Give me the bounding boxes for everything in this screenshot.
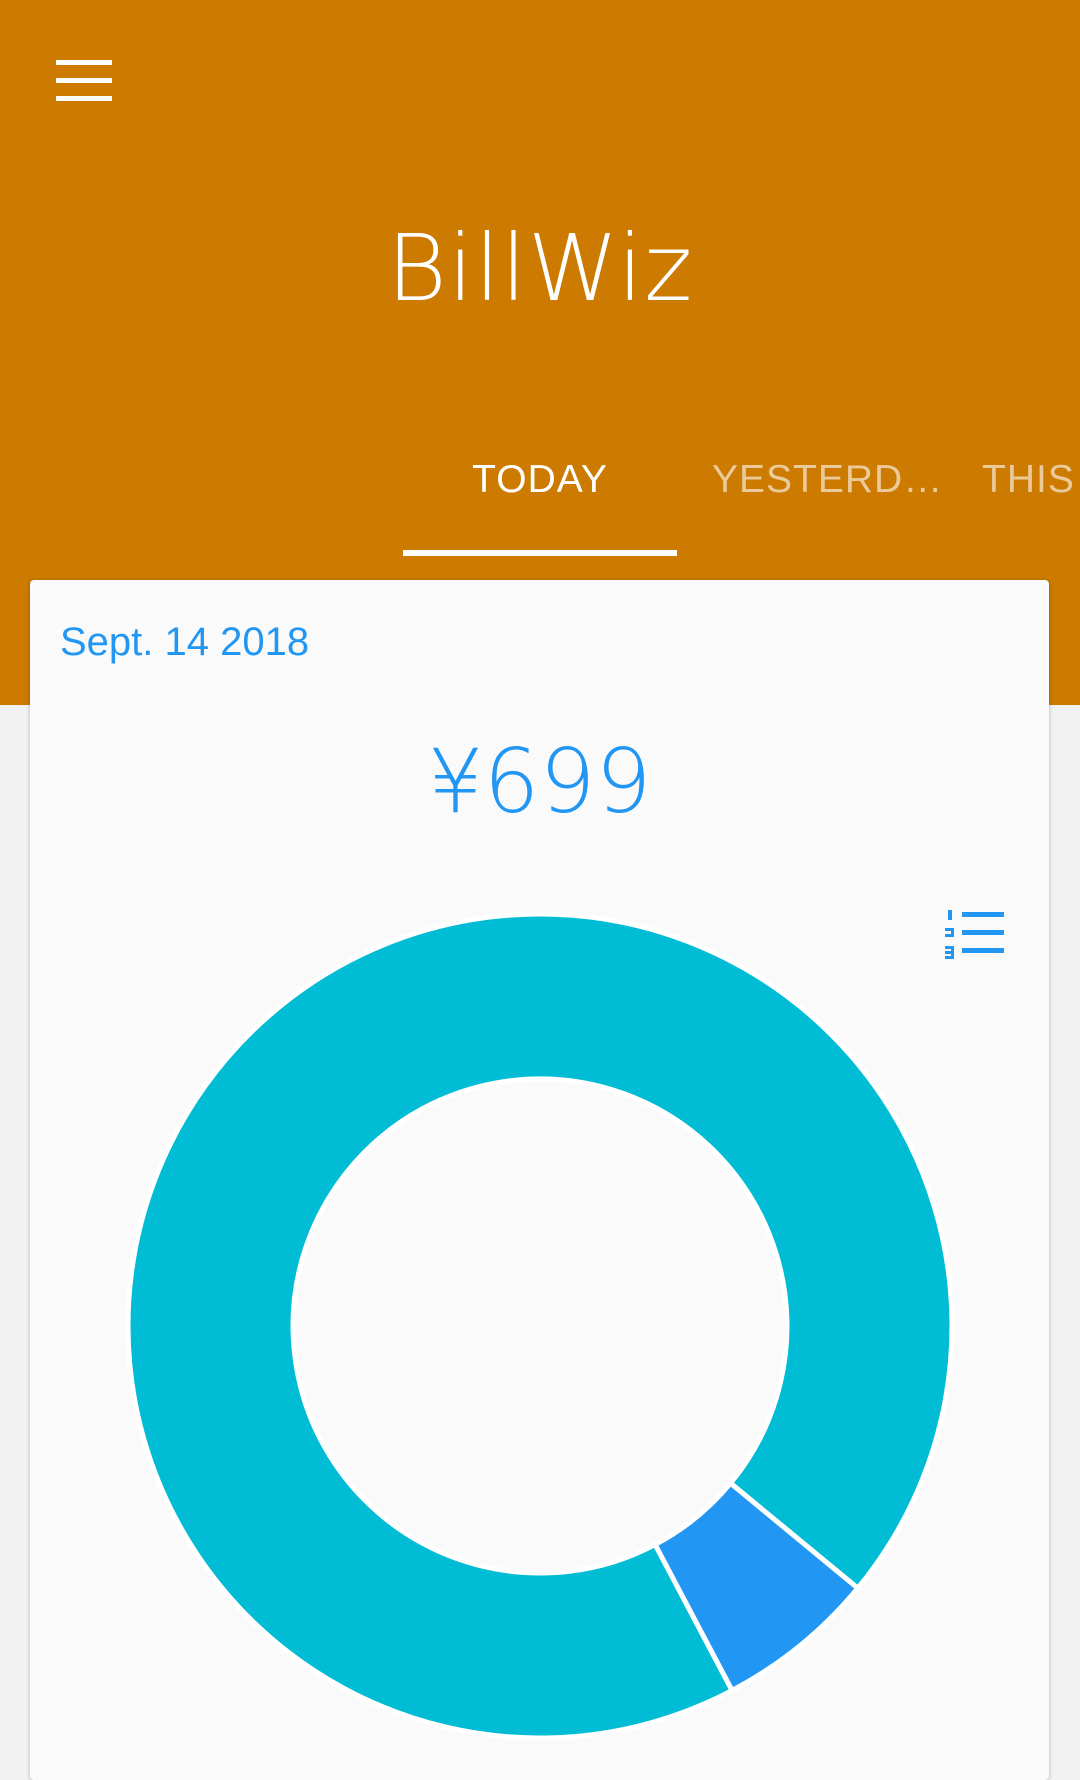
menu-icon [56,59,112,65]
summary-card: Sept. 14 2018 ¥699 [30,580,1049,1780]
menu-icon [56,77,112,83]
menu-button[interactable] [40,40,128,120]
tab-indicator [403,550,677,556]
tab-today[interactable]: TODAY [403,455,677,555]
menu-icon [56,95,112,101]
app-title: BillWiz [386,215,694,322]
expense-donut-chart [125,911,955,1741]
tab-this[interactable]: THIS [982,455,1080,555]
tab-yesterday[interactable]: YESTERD… [712,455,942,555]
